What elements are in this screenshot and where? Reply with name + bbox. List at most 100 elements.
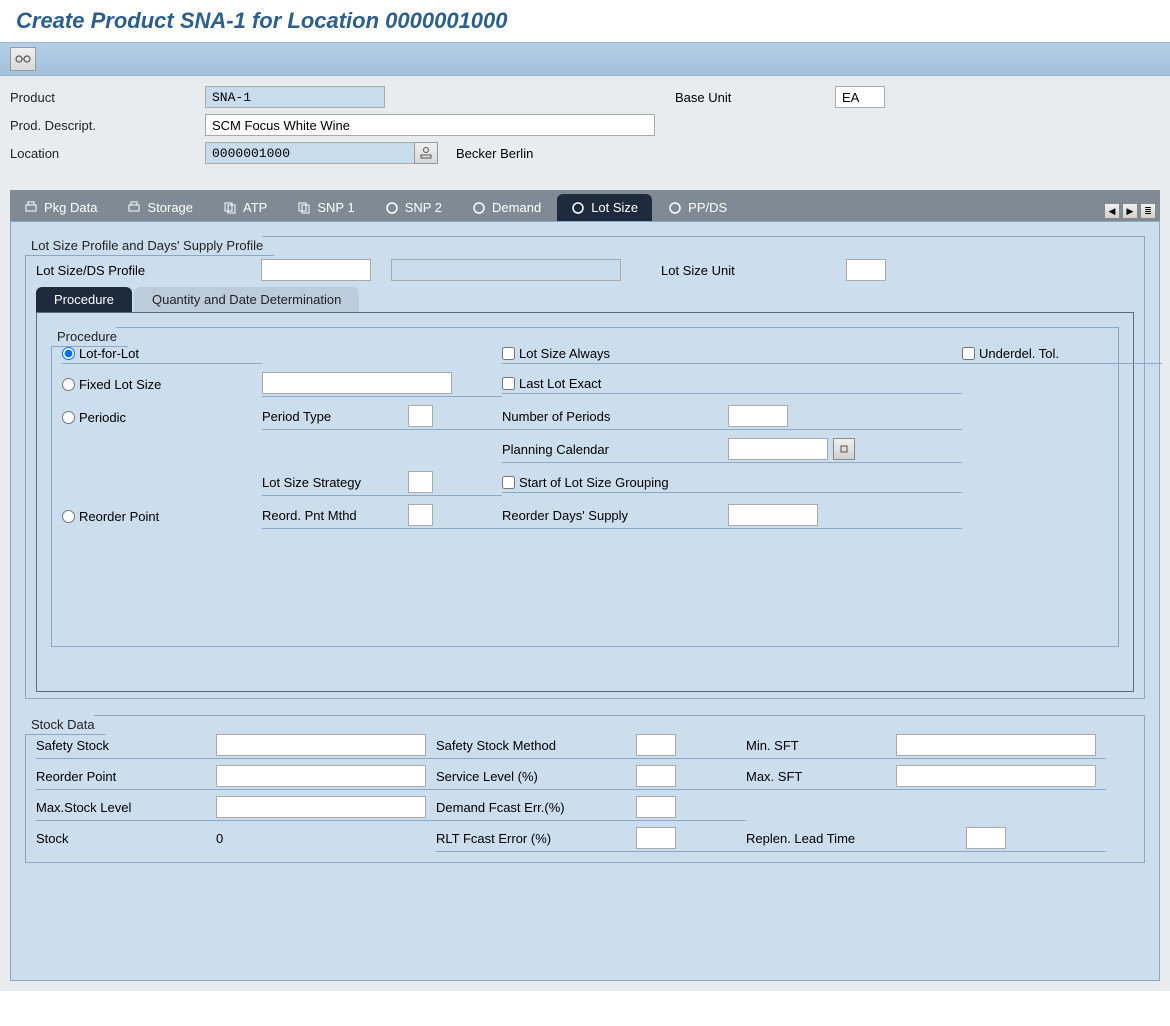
printer-icon: [24, 201, 38, 215]
triangle-right-icon: ▶: [1127, 206, 1134, 217]
tab-pkg-data[interactable]: Pkg Data: [10, 194, 111, 221]
tab-demand[interactable]: Demand: [458, 194, 555, 221]
subtab-procedure[interactable]: Procedure: [36, 287, 132, 312]
group-title-lotsize-profile: Lot Size Profile and Days' Supply Profil…: [25, 236, 274, 256]
plancal-f4-button[interactable]: [833, 438, 855, 460]
product-label: Product: [10, 90, 205, 105]
tab-content-lot-size: Lot Size Profile and Days' Supply Profil…: [10, 221, 1160, 981]
radio-lot-for-lot-input[interactable]: [62, 347, 75, 360]
matchcode-icon: [419, 146, 433, 160]
rlt-fcast-label: RLT Fcast Error (%): [436, 831, 636, 846]
toolbar: [0, 42, 1170, 76]
reord-method-input[interactable]: [408, 504, 433, 526]
reorder-point-input[interactable]: [216, 765, 426, 787]
group-lotsize-profile: Lot Size Profile and Days' Supply Profil…: [25, 236, 1145, 699]
max-stock-label: Max.Stock Level: [36, 800, 216, 815]
numperiods-input[interactable]: [728, 405, 788, 427]
check-lotsize-always-input[interactable]: [502, 347, 515, 360]
service-level-label: Service Level (%): [436, 769, 636, 784]
plancal-input[interactable]: [728, 438, 828, 460]
radio-lot-for-lot[interactable]: Lot-for-Lot: [62, 346, 262, 364]
tab-scroll-left-button[interactable]: ◀: [1104, 203, 1120, 219]
check-lotsize-always[interactable]: Lot Size Always: [502, 346, 962, 364]
tab-list-button[interactable]: ≣: [1140, 203, 1156, 219]
page-title: Create Product SNA-1 for Location 000000…: [0, 0, 1170, 42]
ss-method-label: Safety Stock Method: [436, 738, 636, 753]
location-label: Location: [10, 146, 205, 161]
location-input[interactable]: [205, 142, 415, 164]
radio-reorder-point[interactable]: Reorder Point: [62, 509, 262, 524]
lotsize-unit-label: Lot Size Unit: [661, 263, 846, 278]
replen-input[interactable]: [966, 827, 1006, 849]
min-sft-label: Min. SFT: [746, 738, 896, 753]
circle-icon: [668, 201, 682, 215]
safety-stock-input[interactable]: [216, 734, 426, 756]
radio-fixed-lot-input[interactable]: [62, 378, 75, 391]
replen-label: Replen. Lead Time: [746, 831, 966, 846]
reorder-days-label: Reorder Days' Supply: [502, 508, 722, 523]
max-sft-label: Max. SFT: [746, 769, 896, 784]
baseunit-input[interactable]: [835, 86, 885, 108]
profile-desc-input[interactable]: [391, 259, 621, 281]
check-underdel-tol[interactable]: Underdel. Tol.: [962, 346, 1162, 364]
min-sft-input[interactable]: [896, 734, 1096, 756]
sub-tabstrip: Procedure Quantity and Date Determinatio…: [36, 287, 1134, 312]
lotsize-unit-input[interactable]: [846, 259, 886, 281]
copy-icon: [223, 201, 237, 215]
profile-input[interactable]: [261, 259, 371, 281]
radio-periodic-input[interactable]: [62, 411, 75, 424]
tab-storage[interactable]: Storage: [113, 194, 207, 221]
tab-scroll-right-button[interactable]: ▶: [1122, 203, 1138, 219]
header-area: Product Base Unit Prod. Descript. Locati…: [0, 76, 1170, 190]
tab-ppds[interactable]: PP/DS: [654, 194, 741, 221]
check-start-grouping[interactable]: Start of Lot Size Grouping: [502, 475, 962, 493]
group-stock-data: Stock Data Safety Stock Safety Stock Met…: [25, 715, 1145, 863]
max-sft-input[interactable]: [896, 765, 1096, 787]
product-input[interactable]: [205, 86, 385, 108]
copy-icon: [297, 201, 311, 215]
triangle-left-icon: ◀: [1109, 206, 1116, 217]
reorder-point-label: Reorder Point: [36, 769, 216, 784]
radio-fixed-lot[interactable]: Fixed Lot Size: [62, 377, 262, 392]
descript-input[interactable]: [205, 114, 655, 136]
group-title-stock-data: Stock Data: [25, 715, 106, 735]
reord-method-label: Reord. Pnt Mthd: [262, 508, 402, 523]
tab-atp[interactable]: ATP: [209, 194, 281, 221]
periodtype-input[interactable]: [408, 405, 433, 427]
subtab-qty-date[interactable]: Quantity and Date Determination: [134, 287, 359, 312]
circle-icon: [571, 201, 585, 215]
tab-snp2[interactable]: SNP 2: [371, 194, 456, 221]
group-procedure: Procedure Lot-for-Lot Lot Size Always: [51, 327, 1119, 647]
max-stock-input[interactable]: [216, 796, 426, 818]
check-start-grouping-input[interactable]: [502, 476, 515, 489]
radio-reorder-point-input[interactable]: [62, 510, 75, 523]
rlt-fcast-input[interactable]: [636, 827, 676, 849]
demand-fcast-input[interactable]: [636, 796, 676, 818]
tab-lot-size[interactable]: Lot Size: [557, 194, 652, 221]
glasses-icon: [15, 53, 31, 65]
location-search-button[interactable]: [414, 142, 438, 164]
plancal-label: Planning Calendar: [502, 442, 722, 457]
reorder-days-input[interactable]: [728, 504, 818, 526]
safety-stock-label: Safety Stock: [36, 738, 216, 753]
printer-icon: [127, 201, 141, 215]
group-title-procedure: Procedure: [51, 327, 128, 347]
toggle-display-change-button[interactable]: [10, 47, 36, 71]
lotstrategy-label: Lot Size Strategy: [262, 475, 402, 490]
tab-snp1[interactable]: SNP 1: [283, 194, 368, 221]
profile-label: Lot Size/DS Profile: [36, 263, 261, 278]
check-last-lot-exact[interactable]: Last Lot Exact: [502, 376, 962, 394]
fixed-lot-input[interactable]: [262, 372, 452, 394]
numperiods-label: Number of Periods: [502, 409, 722, 424]
check-last-lot-exact-input[interactable]: [502, 377, 515, 390]
circle-icon: [472, 201, 486, 215]
demand-fcast-label: Demand Fcast Err.(%): [436, 800, 636, 815]
stock-label: Stock: [36, 831, 216, 846]
descript-label: Prod. Descript.: [10, 118, 205, 133]
list-icon: ≣: [1144, 206, 1152, 217]
check-underdel-tol-input[interactable]: [962, 347, 975, 360]
service-level-input[interactable]: [636, 765, 676, 787]
lotstrategy-input[interactable]: [408, 471, 433, 493]
radio-periodic[interactable]: Periodic: [62, 410, 262, 425]
ss-method-input[interactable]: [636, 734, 676, 756]
